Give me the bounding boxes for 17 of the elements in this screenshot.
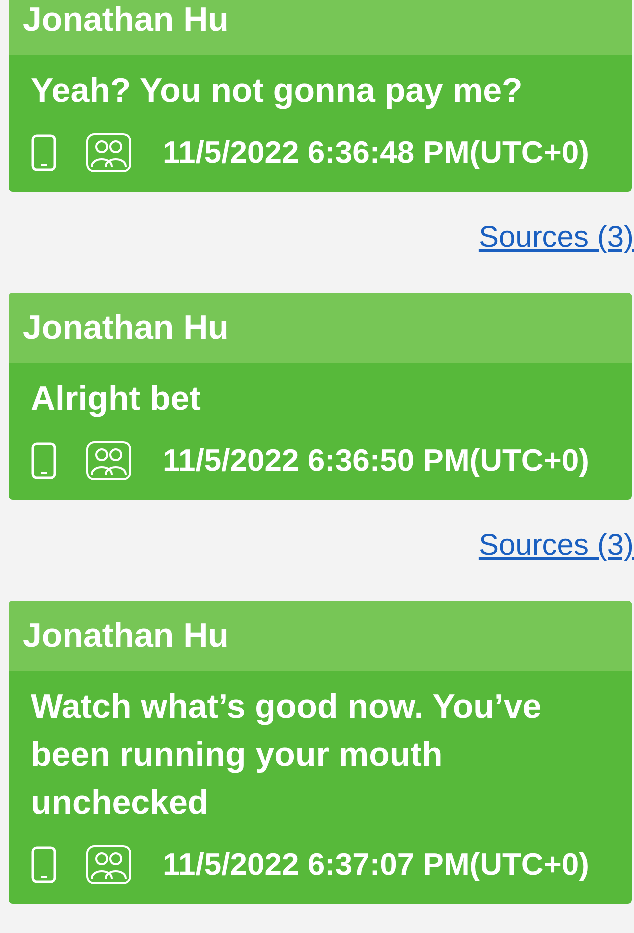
- sources-link[interactable]: Sources (3): [478, 221, 634, 254]
- timestamp: 11/5/2022 6:36:50 PM(UTC+0): [163, 443, 590, 479]
- timestamp: 11/5/2022 6:36:48 PM(UTC+0): [163, 135, 590, 171]
- timestamp: 11/5/2022 6:37:07 PM(UTC+0): [163, 847, 590, 883]
- message-text: Yeah? You not gonna pay me?: [30, 71, 524, 112]
- people-group-icon: [86, 441, 132, 481]
- sender-name: Jonathan Hu: [9, 0, 632, 55]
- people-group-icon: [86, 133, 132, 173]
- sources-link[interactable]: Sources (3): [478, 529, 634, 562]
- phone-icon: [31, 442, 57, 480]
- sender-name: Jonathan Hu: [9, 293, 632, 363]
- phone-icon: [31, 846, 57, 884]
- message-text: Watch what’s good now. You’ve been running your mouth unchecked: [30, 687, 543, 824]
- message-text: Alright bet: [30, 379, 202, 420]
- phone-icon: [31, 134, 57, 172]
- people-group-icon: [86, 845, 132, 885]
- sender-name: Jonathan Hu: [9, 601, 632, 671]
